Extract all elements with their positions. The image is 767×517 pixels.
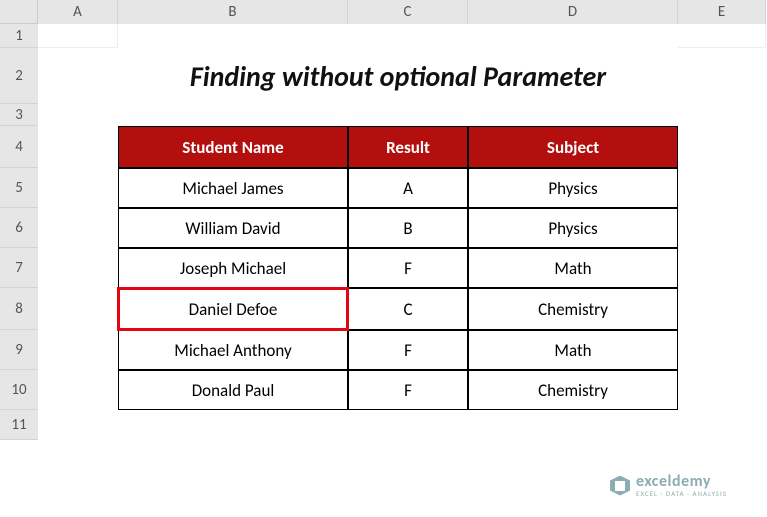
cell-C5[interactable]: A bbox=[348, 168, 468, 208]
header-result[interactable]: Result bbox=[348, 126, 468, 168]
column-header-row: A B C D E bbox=[0, 0, 766, 24]
cell-C9[interactable]: F bbox=[348, 330, 468, 370]
cell-B8[interactable]: Daniel Defoe bbox=[118, 288, 348, 330]
col-header-D[interactable]: D bbox=[468, 0, 678, 24]
cell-B9[interactable]: Michael Anthony bbox=[118, 330, 348, 370]
col-header-A[interactable]: A bbox=[38, 0, 118, 24]
watermark-sub: EXCEL · DATA · ANALYSIS bbox=[636, 490, 727, 497]
cell-C10[interactable]: F bbox=[348, 370, 468, 410]
row-header-6[interactable]: 6 bbox=[0, 208, 38, 248]
row-header-3[interactable]: 3 bbox=[0, 104, 38, 126]
row-header-10[interactable]: 10 bbox=[0, 370, 38, 410]
cell-C8[interactable]: C bbox=[348, 288, 468, 330]
watermark-main: exceldemy bbox=[636, 474, 727, 490]
row-header-8[interactable]: 8 bbox=[0, 288, 38, 330]
header-student-name[interactable]: Student Name bbox=[118, 126, 348, 168]
row-header-4[interactable]: 4 bbox=[0, 126, 38, 168]
cell-D9[interactable]: Math bbox=[468, 330, 678, 370]
cell-B5[interactable]: Michael James bbox=[118, 168, 348, 208]
col-header-C[interactable]: C bbox=[348, 0, 468, 24]
row-header-2[interactable]: 2 bbox=[0, 48, 38, 104]
cell-D6[interactable]: Physics bbox=[468, 208, 678, 248]
cell-D5[interactable]: Physics bbox=[468, 168, 678, 208]
select-all-corner[interactable] bbox=[0, 0, 38, 24]
cell-B7[interactable]: Joseph Michael bbox=[118, 248, 348, 288]
page-title: Finding without optional Parameter bbox=[190, 59, 606, 94]
cell-D8[interactable]: Chemistry bbox=[468, 288, 678, 330]
header-subject[interactable]: Subject bbox=[468, 126, 678, 168]
cell-C7[interactable]: F bbox=[348, 248, 468, 288]
cell-A1[interactable] bbox=[38, 24, 118, 48]
row-header-11[interactable]: 11 bbox=[0, 410, 38, 440]
row-header-7[interactable]: 7 bbox=[0, 248, 38, 288]
row-header-1[interactable]: 1 bbox=[0, 24, 38, 48]
col-header-E[interactable]: E bbox=[678, 0, 766, 24]
row-header-5[interactable]: 5 bbox=[0, 168, 38, 208]
cell-E1[interactable] bbox=[678, 24, 766, 48]
cell-C6[interactable]: B bbox=[348, 208, 468, 248]
cell-D10[interactable]: Chemistry bbox=[468, 370, 678, 410]
col-header-B[interactable]: B bbox=[118, 0, 348, 24]
title-cell[interactable]: Finding without optional Parameter bbox=[118, 48, 678, 104]
exceldemy-logo-icon bbox=[610, 476, 630, 496]
row-header-col: 1 2 3 4 5 6 7 8 9 10 11 bbox=[0, 24, 38, 440]
cell-D7[interactable]: Math bbox=[468, 248, 678, 288]
cell-B10[interactable]: Donald Paul bbox=[118, 370, 348, 410]
row-header-9[interactable]: 9 bbox=[0, 330, 38, 370]
watermark: exceldemy EXCEL · DATA · ANALYSIS bbox=[610, 474, 727, 497]
cell-B6[interactable]: William David bbox=[118, 208, 348, 248]
